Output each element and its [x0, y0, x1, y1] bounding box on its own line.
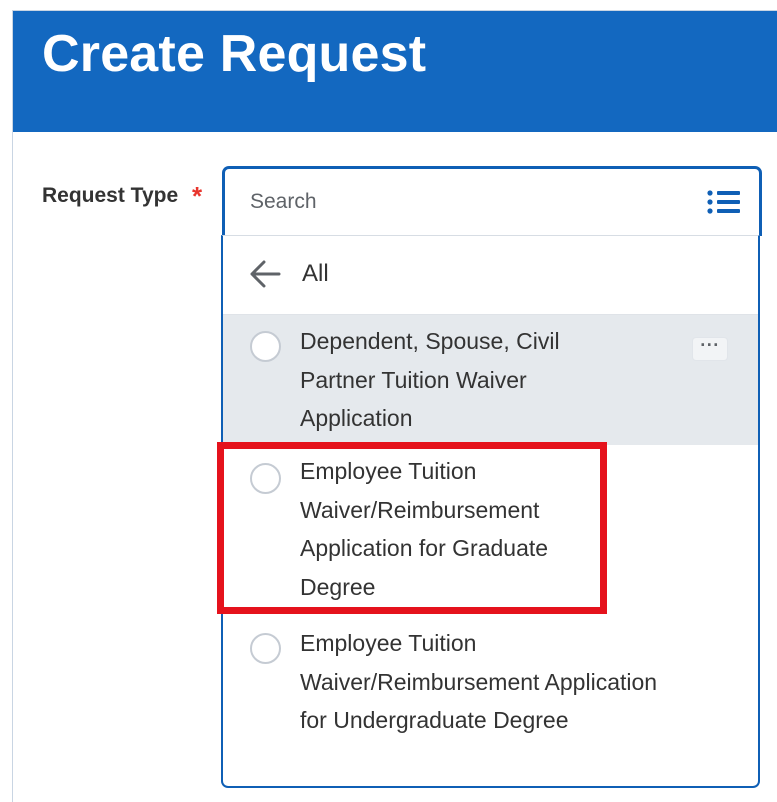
page-title: Create Request: [42, 25, 427, 83]
search-input[interactable]: [250, 182, 680, 222]
category-back-row[interactable]: All: [223, 236, 758, 315]
radio-button[interactable]: [250, 331, 281, 362]
list-icon[interactable]: [706, 187, 742, 217]
option-label: Employee Tuition Waiver/Reimbursement Ap…: [300, 630, 658, 733]
radio-button[interactable]: [250, 633, 281, 664]
arrow-left-icon[interactable]: [248, 257, 282, 291]
annotation-highlight-box: [217, 442, 607, 614]
list-item[interactable]: Dependent, Spouse, Civil Partner Tuition…: [223, 315, 758, 445]
required-asterisk: *: [192, 181, 203, 211]
category-label: All: [302, 260, 329, 287]
request-type-label: Request Type: [42, 184, 179, 207]
list-item[interactable]: Employee Tuition Waiver/Reimbursement Ap…: [223, 617, 758, 786]
option-label: Dependent, Spouse, Civil Partner Tuition…: [300, 328, 560, 431]
related-actions-button[interactable]: ···: [692, 336, 728, 361]
